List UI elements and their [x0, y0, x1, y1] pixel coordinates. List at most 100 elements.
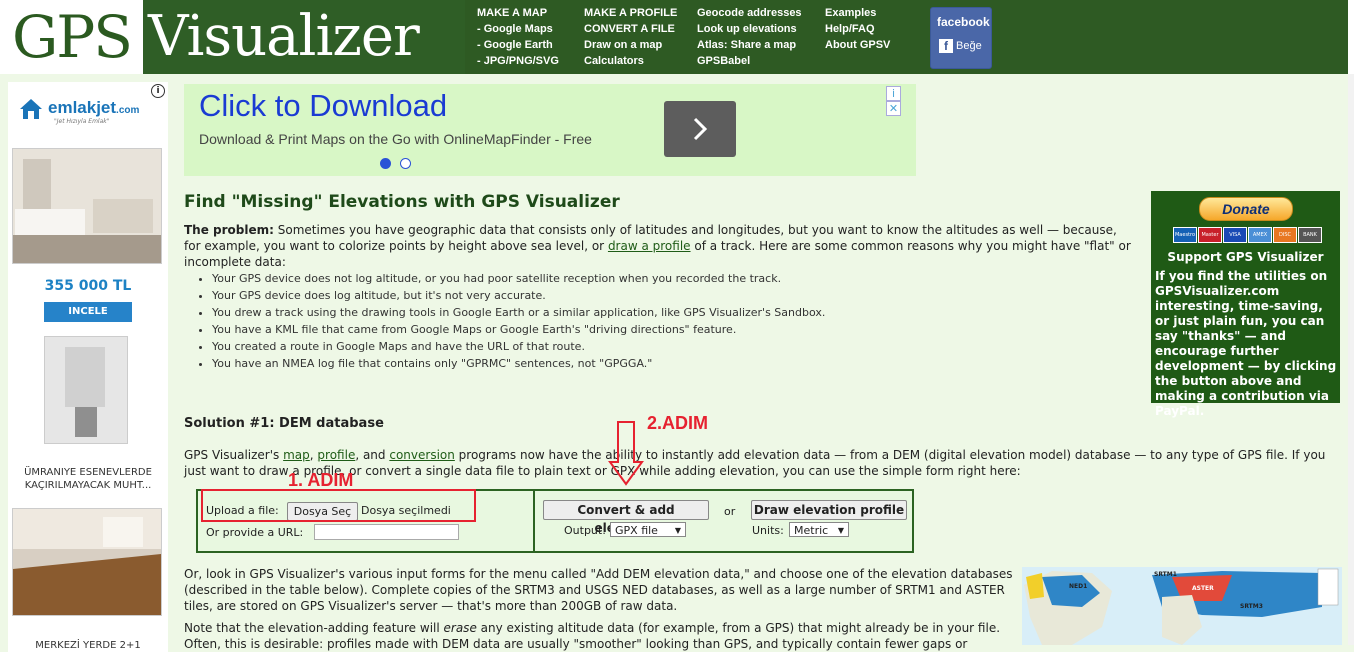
- chevron-right-icon: [693, 117, 708, 141]
- form-divider: [533, 491, 535, 551]
- logo-gps: GPS: [0, 0, 143, 74]
- nav-convert-a-file[interactable]: CONVERT A FILE: [584, 21, 677, 37]
- list-item: You drew a track using the drawing tools…: [212, 304, 825, 321]
- nav-jpg-png-svg[interactable]: - JPG/PNG/SVG: [477, 53, 559, 69]
- conversion-link[interactable]: conversion: [389, 448, 455, 462]
- solution-paragraph: GPS Visualizer's map, profile, and conve…: [184, 448, 1326, 478]
- units-value: Metric: [794, 524, 829, 537]
- or-label: or: [724, 505, 736, 518]
- note-paragraph: Note that the elevation-adding feature w…: [184, 620, 1014, 652]
- listing-caption-2[interactable]: ÜMRANIYE ESENEVLERDE KAÇIRILMAYACAK MUHT…: [8, 466, 168, 492]
- url-input[interactable]: [314, 524, 459, 540]
- carousel-dot-active[interactable]: [380, 158, 391, 169]
- note-emphasis: erase: [443, 621, 477, 635]
- map-label-ned1: NED1: [1069, 583, 1088, 590]
- nav-atlas[interactable]: Atlas: Share a map: [697, 37, 802, 53]
- listing-caption-3[interactable]: MERKEZİ YERDE 2+1: [8, 640, 168, 651]
- emlakjet-ad[interactable]: emlakjet.com "Jet Hızıyla Emlak" i 355 0…: [8, 82, 168, 652]
- list-item: You have an NMEA log file that contains …: [212, 355, 825, 372]
- map-label-srtm1: SRTM1: [1154, 571, 1177, 578]
- list-item: You created a route in Google Maps and h…: [212, 338, 825, 355]
- listing-image-1[interactable]: [12, 148, 162, 264]
- emlakjet-tagline: "Jet Hızıyla Emlak": [54, 118, 110, 125]
- map-label-aster: ASTER: [1192, 585, 1214, 592]
- visa-card-icon: VISA: [1223, 227, 1247, 243]
- nav-geocode-addresses[interactable]: Geocode addresses: [697, 5, 802, 21]
- output-select[interactable]: GPX file ▼: [610, 522, 686, 537]
- map-link[interactable]: map: [283, 448, 310, 462]
- facebook-like-button[interactable]: f Beğe: [939, 39, 982, 53]
- units-select[interactable]: Metric ▼: [789, 522, 849, 537]
- solution-text-2: programs now have the ability to instant…: [184, 448, 1326, 478]
- url-label: Or provide a URL:: [206, 526, 304, 539]
- ad-subline[interactable]: Download & Print Maps on the Go with Onl…: [199, 131, 592, 147]
- maestro-card-icon: Maestro: [1173, 227, 1197, 243]
- support-body: If you find the utilities on GPSVisualiz…: [1155, 269, 1337, 418]
- facebook-title: facebook: [937, 15, 990, 29]
- nav-column-help: Examples Help/FAQ About GPSV: [825, 5, 890, 53]
- facebook-like-widget[interactable]: facebook f Beğe: [930, 7, 992, 69]
- emlakjet-suffix: .com: [116, 105, 140, 116]
- ad-info-icon[interactable]: i: [151, 84, 165, 98]
- reasons-list: Your GPS device does not log altitude, o…: [184, 270, 825, 372]
- convert-add-elevation-button[interactable]: Convert & add elevation: [543, 500, 709, 535]
- nav-help-faq[interactable]: Help/FAQ: [825, 21, 890, 37]
- nav-about-gpsv[interactable]: About GPSV: [825, 37, 890, 53]
- profile-link[interactable]: profile: [317, 448, 355, 462]
- ad-choices-icon[interactable]: i: [886, 86, 901, 101]
- mastercard-icon: Master: [1198, 227, 1222, 243]
- room-photo-3: [13, 509, 161, 615]
- units-label: Units:: [752, 524, 784, 537]
- nav-column-profile: MAKE A PROFILE CONVERT A FILE Draw on a …: [584, 5, 677, 69]
- header-edge: [1348, 0, 1354, 74]
- top-banner-ad[interactable]: Click to Download Download & Print Maps …: [184, 84, 916, 176]
- house-icon: [20, 99, 42, 119]
- solution-heading: Solution #1: DEM database: [184, 416, 384, 431]
- dropdown-arrow-icon: ▼: [837, 526, 844, 535]
- step1-label: 1. ADIM: [288, 470, 354, 490]
- page-title: Find "Missing" Elevations with GPS Visua…: [184, 192, 620, 212]
- dem-coverage-map[interactable]: NED1 SRTM1 ASTER SRTM3: [1022, 567, 1342, 645]
- list-item: You have a KML file that came from Googl…: [212, 321, 825, 338]
- support-box: Donate Maestro Master VISA AMEX DISC BAN…: [1151, 191, 1340, 418]
- nav-google-earth[interactable]: - Google Earth: [477, 37, 559, 53]
- solution-text-1: GPS Visualizer's: [184, 448, 284, 462]
- room-photo-1: [13, 149, 161, 263]
- left-ad-column: emlakjet.com "Jet Hızıyla Emlak" i 355 0…: [0, 74, 176, 652]
- nav-column-tools: Geocode addresses Look up elevations Atl…: [697, 5, 802, 69]
- step1-highlight-box: [201, 489, 476, 522]
- site-logo[interactable]: GPS Visualizer: [0, 0, 465, 74]
- room-photo-2: [45, 337, 127, 443]
- donate-button[interactable]: Donate: [1199, 197, 1293, 221]
- facebook-like-label: Beğe: [956, 39, 982, 52]
- nav-gpsbabel[interactable]: GPSBabel: [697, 53, 802, 69]
- nav-look-up-elevations[interactable]: Look up elevations: [697, 21, 802, 37]
- nav-make-a-map[interactable]: MAKE A MAP: [477, 5, 559, 21]
- down-arrow-icon: [608, 421, 644, 486]
- listing-image-2[interactable]: [44, 336, 128, 444]
- listing-image-3[interactable]: [12, 508, 162, 616]
- nav-column-make-map: MAKE A MAP - Google Maps - Google Earth …: [477, 5, 559, 69]
- problem-paragraph: The problem: Sometimes you have geograph…: [184, 222, 1134, 270]
- draw-elevation-profile-button[interactable]: Draw elevation profile: [751, 500, 907, 520]
- output-label: Output:: [564, 524, 606, 537]
- nav-make-a-profile[interactable]: MAKE A PROFILE: [584, 5, 677, 21]
- note-text-1: Note that the elevation-adding feature w…: [184, 621, 444, 635]
- output-value: GPX file: [615, 524, 658, 537]
- nav-examples[interactable]: Examples: [825, 5, 890, 21]
- ad-go-button[interactable]: [664, 101, 736, 157]
- nav-calculators[interactable]: Calculators: [584, 53, 677, 69]
- step2-label: 2.ADIM: [647, 413, 709, 433]
- ad-close-icon[interactable]: ✕: [886, 101, 901, 116]
- list-item: Your GPS device does not log altitude, o…: [212, 270, 825, 287]
- nav-google-maps[interactable]: - Google Maps: [477, 21, 559, 37]
- ad-headline[interactable]: Click to Download: [199, 88, 447, 124]
- amex-card-icon: AMEX: [1248, 227, 1272, 243]
- incele-button[interactable]: INCELE: [44, 302, 132, 322]
- draw-profile-link[interactable]: draw a profile: [608, 239, 691, 253]
- list-item: Your GPS device does log altitude, but i…: [212, 287, 825, 304]
- problem-label: The problem:: [184, 223, 274, 237]
- carousel-dot[interactable]: [400, 158, 411, 169]
- nav-draw-on-a-map[interactable]: Draw on a map: [584, 37, 677, 53]
- facebook-icon: f: [939, 39, 953, 53]
